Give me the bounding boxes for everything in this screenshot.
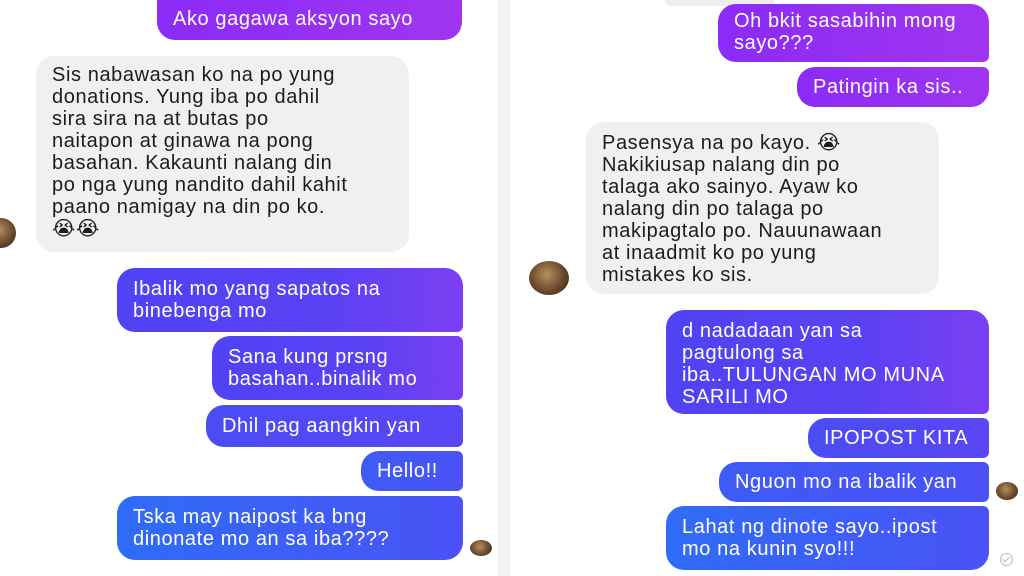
outgoing-message[interactable]: Oh bkit sasabihin mong sayo??? [718,4,989,62]
outgoing-message[interactable]: Hello!! [361,451,463,491]
panel-divider [498,0,510,576]
outgoing-message[interactable]: Dhil pag aangkin yan [206,405,463,447]
outgoing-message[interactable]: Patingin ka sis.. [797,67,989,107]
outgoing-message[interactable]: Ibalik mo yang sapatos na binebenga mo [117,268,463,332]
left-chat-panel: Ako gagawa aksyon sayo Sis nabawasan ko … [0,0,498,576]
outgoing-message[interactable]: d nadadaan yan sa pagtulong sa iba..TULU… [666,310,989,414]
delivered-check-icon [1000,553,1013,566]
outgoing-message[interactable]: Tska may naipost ka bng dinonate mo an s… [117,496,463,560]
incoming-message[interactable]: Pasensya na po kayo. 😭 Nakikiusap nalang… [586,122,939,294]
read-receipt-avatar [996,482,1018,500]
contact-avatar[interactable] [0,218,16,248]
outgoing-message[interactable]: Ako gagawa aksyon sayo [157,0,462,40]
outgoing-message[interactable]: Nguon mo na ibalik yan [719,462,989,502]
incoming-message[interactable]: Sis nabawasan ko na po yung donations. Y… [36,56,409,252]
read-receipt-avatar [470,540,492,556]
outgoing-message[interactable]: Lahat ng dinote sayo..ipost mo na kunin … [666,506,989,570]
right-chat-panel: Oh bkit sasabihin mong sayo??? Patingin … [510,0,1024,576]
outgoing-message[interactable]: IPOPOST KITA [808,418,989,458]
outgoing-message[interactable]: Sana kung prsng basahan..binalik mo [212,336,463,400]
contact-avatar[interactable] [529,261,569,295]
